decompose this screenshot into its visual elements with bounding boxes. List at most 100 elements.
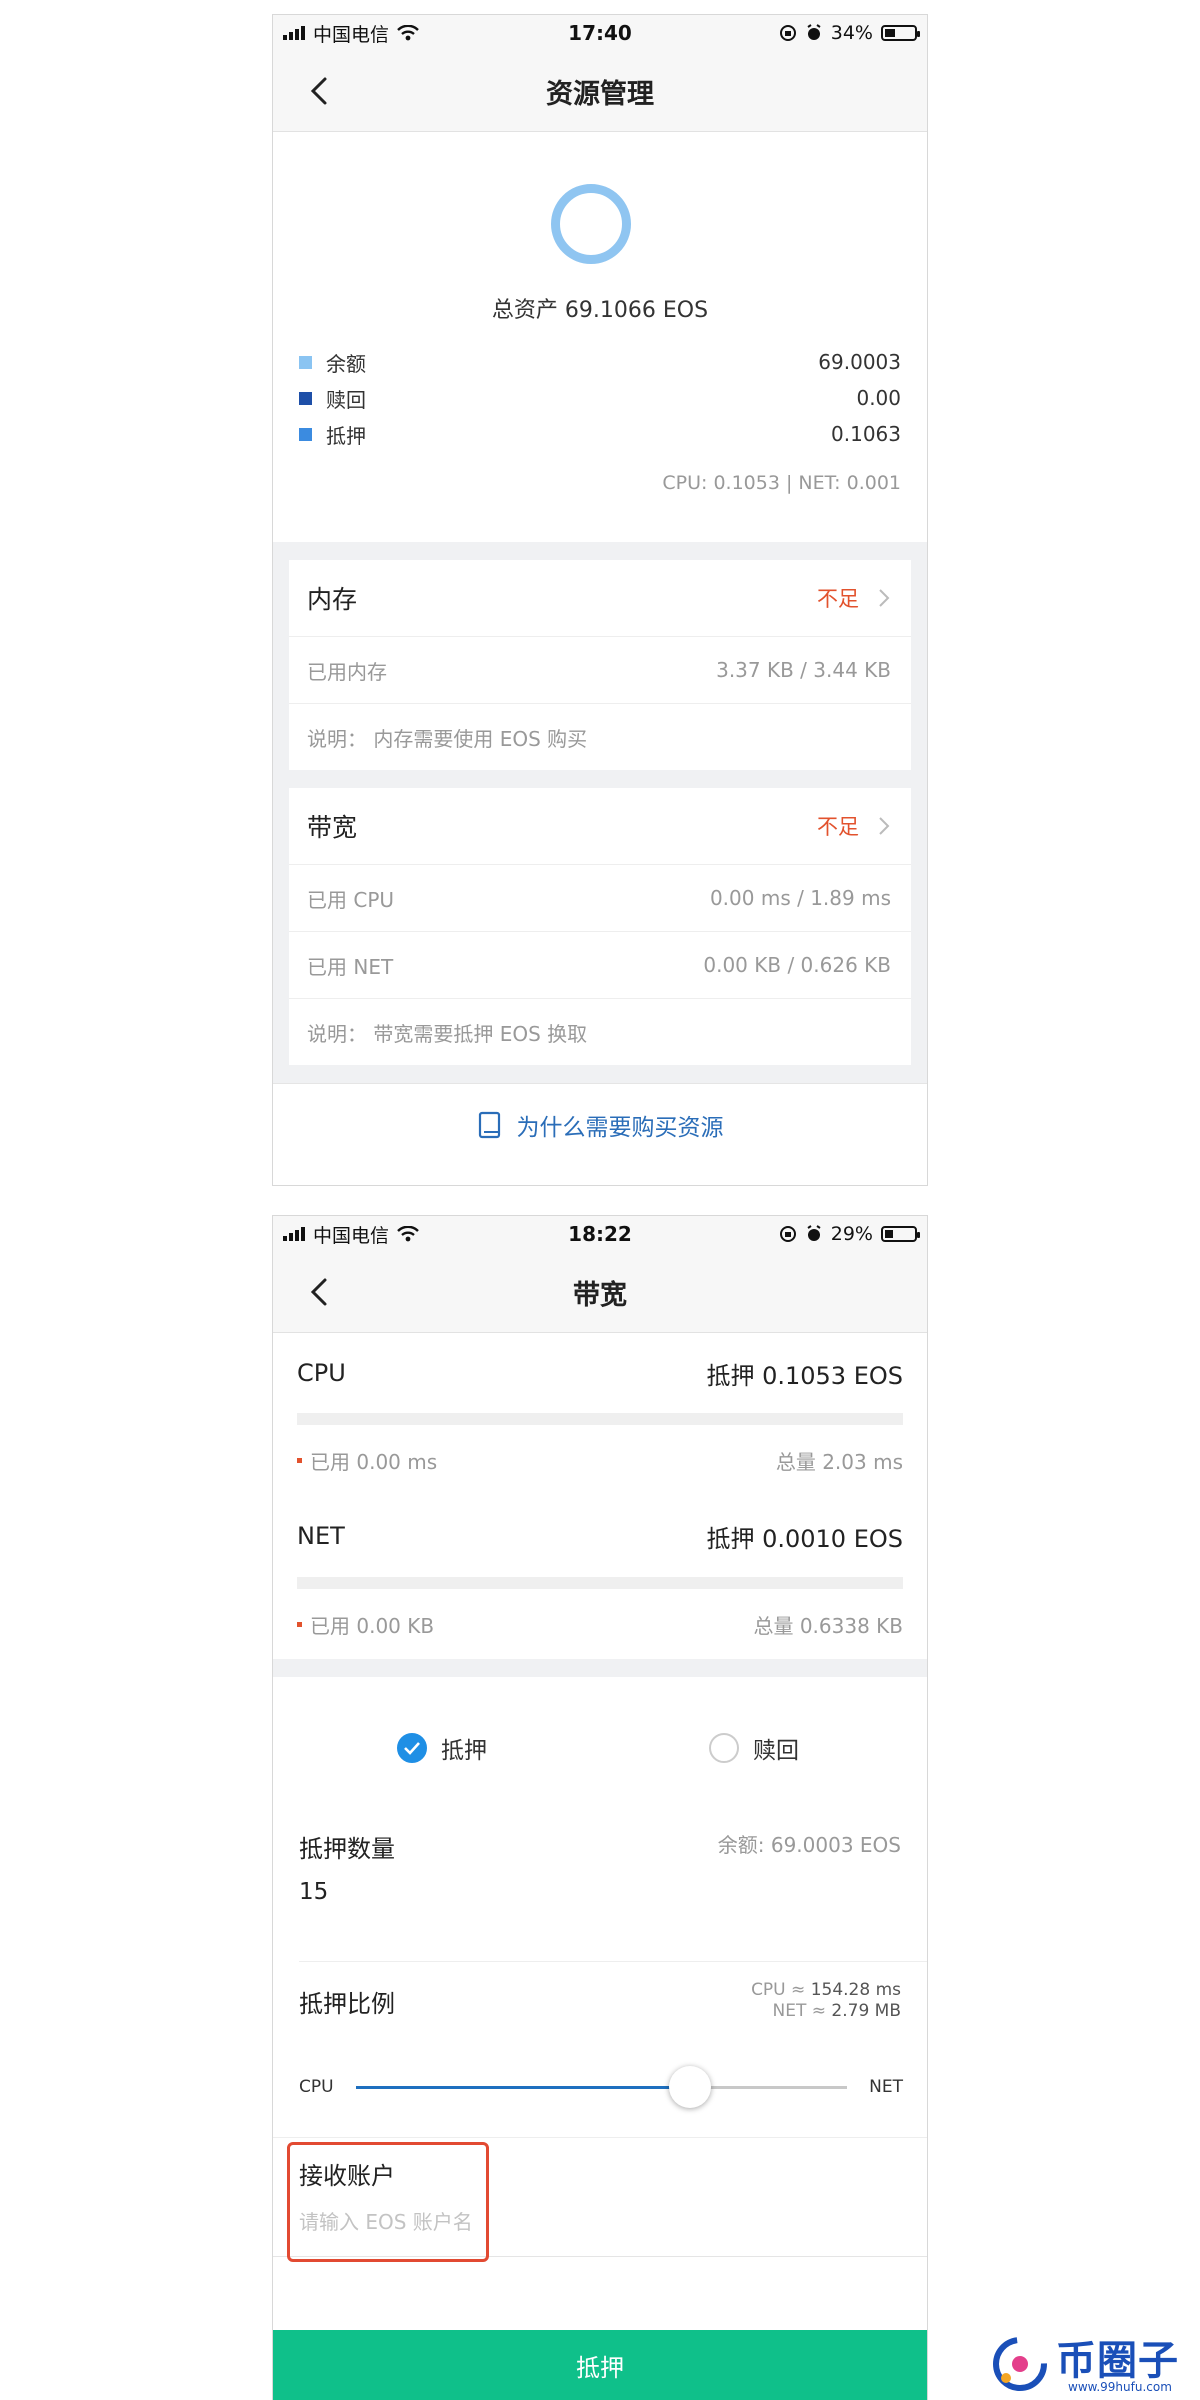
net-estimate-prefix: NET ≈	[772, 2001, 827, 2021]
row-label: 已用 NET	[307, 954, 394, 979]
receiver-account-input[interactable]	[299, 2210, 559, 2234]
battery-percent: 34%	[830, 22, 873, 44]
redeem-radio[interactable]: 赎回	[709, 1731, 799, 1765]
memory-used-row: 已用内存 3.37 KB / 3.44 KB	[289, 637, 911, 704]
legend-label: 赎回	[326, 387, 366, 412]
receiver-account-field: 接收账户	[273, 2138, 927, 2262]
memory-status: 不足	[817, 587, 859, 611]
orientation-lock-icon	[779, 1226, 796, 1242]
legend-value: 0.1063	[831, 422, 901, 446]
legend-item-redeem: 赎回 0.00	[299, 381, 901, 415]
battery-icon	[880, 1226, 920, 1242]
memory-note: 说明： 内存需要使用 EOS 购买	[289, 704, 911, 770]
cpu-estimate-prefix: CPU ≈	[751, 1980, 806, 2000]
cpu-total: 总量 2.03 ms	[775, 1449, 903, 1474]
mode-selector: 抵押 赎回	[273, 1677, 927, 1817]
legend-swatch	[299, 355, 312, 369]
ratio-estimate: CPU ≈ 154.28 ms NET ≈ 2.79 MB	[751, 1980, 901, 2022]
used-indicator-dot	[297, 1621, 302, 1627]
status-bar: 中国电信 18:22 29%	[273, 1216, 927, 1252]
note-text: 说明： 带宽需要抵押 EOS 换取	[307, 1021, 588, 1046]
available-balance: 余额: 69.0003 EOS	[717, 1833, 901, 1857]
bandwidth-status: 不足	[817, 815, 859, 839]
status-bar: 中国电信 17:40 34%	[273, 15, 927, 51]
stake-amount-value[interactable]: 15	[299, 1879, 328, 1905]
note-text: 说明： 内存需要使用 EOS 购买	[307, 726, 588, 751]
unchecked-icon	[709, 1733, 739, 1763]
watermark-url: www.99hufu.com	[1068, 2380, 1172, 2394]
memory-card[interactable]: 内存 不足 已用内存 3.37 KB / 3.44 KB 说明： 内存需要使用 …	[289, 560, 911, 770]
row-label: 已用 CPU	[307, 887, 395, 912]
net-stake-amount: 抵押 0.0010 EOS	[706, 1524, 903, 1553]
legend-label: 抵押	[326, 423, 366, 448]
legend-item-balance: 余额 69.0003	[299, 345, 901, 379]
row-value: 3.37 KB / 3.44 KB	[716, 658, 891, 682]
stake-radio-label: 抵押	[441, 1738, 487, 1764]
section-divider	[273, 1659, 927, 1677]
alarm-icon	[807, 1225, 821, 1241]
resource-cards: 内存 不足 已用内存 3.37 KB / 3.44 KB 说明： 内存需要使用 …	[273, 542, 927, 1083]
ratio-slider[interactable]: CPU NET	[299, 2065, 903, 2108]
stake-ratio-label: 抵押比例	[299, 1990, 395, 2018]
row-value: 0.00 KB / 0.626 KB	[703, 953, 891, 977]
stake-ratio-section: 抵押比例 CPU ≈ 154.28 ms NET ≈ 2.79 MB CPU N…	[273, 1962, 927, 2138]
why-buy-resources-link[interactable]: 为什么需要购买资源	[273, 1083, 927, 1166]
why-link-label: 为什么需要购买资源	[516, 1115, 724, 1141]
staked-breakdown: CPU: 0.1053 | NET: 0.001	[662, 472, 901, 494]
cpu-stake-amount: 抵押 0.1053 EOS	[706, 1361, 903, 1390]
legend-swatch	[299, 391, 312, 405]
battery-icon	[880, 25, 920, 41]
net-total: 总量 0.6338 KB	[753, 1613, 903, 1638]
resource-management-screen: 中国电信 17:40 34% 资源管理 总资产 69.1066 EOS 余额 6…	[272, 14, 928, 1186]
cpu-used: 已用 0.00 ms	[310, 1449, 438, 1474]
wifi-icon	[397, 25, 419, 41]
page-title: 带宽	[573, 1279, 627, 1311]
slider-fill	[355, 2085, 690, 2089]
legend-value: 0.00	[856, 386, 901, 410]
receiver-account-label: 接收账户	[299, 2162, 395, 2190]
chevron-right-icon	[879, 589, 890, 607]
bandwidth-card[interactable]: 带宽 不足 已用 CPU 0.00 ms / 1.89 ms 已用 NET 0.…	[289, 788, 911, 1065]
slider-track[interactable]	[355, 2065, 848, 2108]
carrier-label: 中国电信	[313, 1224, 390, 1247]
redeem-radio-label: 赎回	[753, 1738, 799, 1764]
chevron-left-icon[interactable]	[303, 1274, 339, 1310]
net-resource: NET 抵押 0.0010 EOS 已用 0.00 KB 总量 0.6338 K…	[273, 1495, 927, 1659]
net-usage-bar	[297, 1577, 903, 1589]
bandwidth-screen: 中国电信 18:22 29% 带宽 CPU 抵押 0.1053 EOS 已用 0…	[272, 1215, 928, 2400]
signal-icon	[283, 26, 305, 40]
nav-bar: 资源管理	[273, 51, 927, 132]
nav-bar: 带宽	[273, 1252, 927, 1333]
memory-card-header[interactable]: 内存 不足	[289, 560, 911, 637]
chevron-left-icon[interactable]	[303, 73, 339, 109]
stake-amount-label: 抵押数量	[299, 1835, 395, 1863]
watermark-title: 币圈子	[1056, 2338, 1179, 2384]
asset-ring-chart	[551, 184, 631, 264]
slider-left-label: CPU	[299, 2077, 334, 2097]
alarm-icon	[807, 24, 821, 40]
legend-item-staked: 抵押 0.1063	[299, 417, 901, 451]
bandwidth-card-header[interactable]: 带宽 不足	[289, 788, 911, 865]
cpu-resource: CPU 抵押 0.1053 EOS 已用 0.00 ms 总量 2.03 ms	[273, 1333, 927, 1495]
legend-swatch	[299, 427, 312, 441]
memory-title: 内存	[307, 585, 358, 614]
used-indicator-dot	[297, 1457, 302, 1463]
total-assets: 总资产 69.1066 EOS	[491, 298, 709, 323]
stake-submit-button[interactable]: 抵押	[273, 2330, 927, 2400]
bandwidth-title: 带宽	[307, 813, 358, 842]
signal-icon	[283, 1227, 305, 1241]
cpu-estimate: 154.28 ms	[810, 1980, 901, 2000]
stake-amount-field[interactable]: 抵押数量 余额: 69.0003 EOS 15	[273, 1817, 927, 1962]
slider-thumb[interactable]	[668, 2065, 711, 2108]
slider-right-label: NET	[869, 2077, 903, 2097]
net-used-row: 已用 NET 0.00 KB / 0.626 KB	[289, 932, 911, 999]
book-icon	[478, 1111, 500, 1139]
watermark-logo-icon	[993, 2337, 1047, 2391]
cpu-label: CPU	[297, 1359, 346, 1387]
cpu-used-row: 已用 CPU 0.00 ms / 1.89 ms	[289, 865, 911, 932]
row-label: 已用内存	[307, 659, 387, 684]
cpu-usage-bar	[297, 1413, 903, 1425]
stake-radio[interactable]: 抵押	[397, 1731, 487, 1765]
net-estimate: 2.79 MB	[831, 2001, 901, 2021]
watermark: 币圈子 www.99hufu.com	[990, 2326, 1200, 2400]
